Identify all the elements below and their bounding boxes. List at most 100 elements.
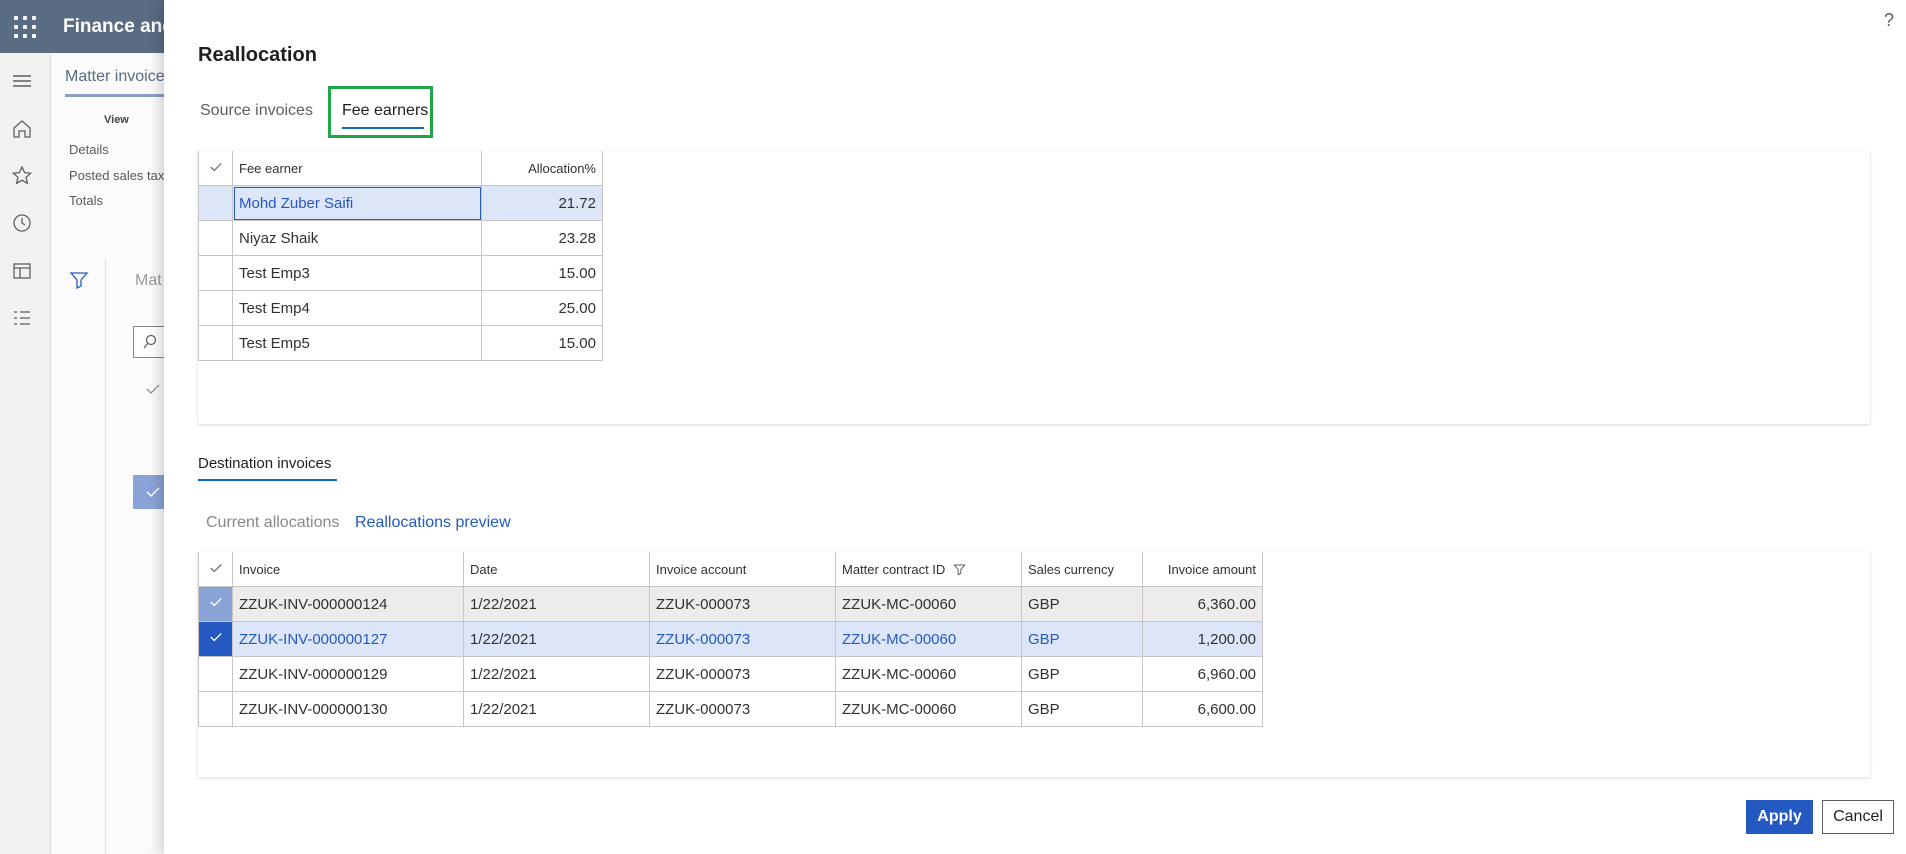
- allocation-cell[interactable]: 23.28: [481, 220, 603, 256]
- destination-invoices-grid: Invoice Date Invoice account Matter cont…: [198, 552, 1263, 727]
- background-tab-underline: [65, 94, 175, 97]
- grid-header-row: Fee earner Allocation%: [198, 151, 603, 186]
- date-cell[interactable]: 1/22/2021: [463, 621, 650, 657]
- workspace-icon[interactable]: [10, 259, 34, 283]
- invoice-row[interactable]: ZZUK-INV-000000130 1/22/2021 ZZUK-000073…: [198, 691, 1263, 727]
- column-filter-icon[interactable]: [953, 563, 966, 576]
- menu-posted-sales-tax[interactable]: Posted sales tax: [69, 168, 164, 183]
- column-header-allocation[interactable]: Allocation%: [481, 151, 603, 186]
- fee-earner-name-cell[interactable]: Test Emp3: [232, 255, 482, 291]
- invoice-amount-cell[interactable]: 1,200.00: [1142, 621, 1263, 657]
- star-icon[interactable]: [10, 164, 34, 188]
- fee-earner-name-cell[interactable]: Test Emp4: [232, 290, 482, 326]
- fee-earner-name-cell[interactable]: Test Emp5: [232, 325, 482, 361]
- invoice-account-cell[interactable]: ZZUK-000073: [649, 691, 836, 727]
- help-icon[interactable]: ?: [1884, 10, 1894, 31]
- row-checkbox[interactable]: [198, 621, 233, 657]
- select-all-checkbox[interactable]: [198, 151, 233, 186]
- fee-earner-name-cell[interactable]: Mohd Zuber Saifi: [232, 185, 482, 221]
- menu-details[interactable]: Details: [69, 142, 109, 157]
- invoice-row[interactable]: ZZUK-INV-000000129 1/22/2021 ZZUK-000073…: [198, 656, 1263, 692]
- sales-currency-cell[interactable]: GBP: [1021, 586, 1143, 622]
- invoice-amount-cell[interactable]: 6,960.00: [1142, 656, 1263, 692]
- check-icon: [209, 598, 222, 607]
- invoice-cell[interactable]: ZZUK-INV-000000130: [232, 691, 464, 727]
- home-icon[interactable]: [10, 117, 34, 141]
- invoice-cell[interactable]: ZZUK-INV-000000127: [232, 621, 464, 657]
- background-divider: [105, 258, 106, 854]
- invoice-account-cell[interactable]: ZZUK-000073: [649, 656, 836, 692]
- search-icon: [143, 334, 157, 349]
- column-header-invoice-amount[interactable]: Invoice amount: [1142, 552, 1263, 587]
- background-list-title: Mat: [135, 272, 162, 289]
- invoice-account-cell[interactable]: ZZUK-000073: [649, 586, 836, 622]
- matter-contract-cell[interactable]: ZZUK-MC-00060: [835, 691, 1022, 727]
- row-checkbox[interactable]: [198, 290, 233, 326]
- row-checkbox[interactable]: [198, 255, 233, 291]
- allocation-cell[interactable]: 21.72: [481, 185, 603, 221]
- destination-invoices-card: Invoice Date Invoice account Matter cont…: [198, 552, 1870, 777]
- fee-earners-grid: Fee earner Allocation% Mohd Zuber Saifi …: [198, 151, 603, 361]
- select-all-check-icon[interactable]: [145, 381, 161, 397]
- column-header-matter-contract-id[interactable]: Matter contract ID: [835, 552, 1022, 587]
- matter-contract-header-label: Matter contract ID: [842, 561, 946, 577]
- modules-list-icon[interactable]: [10, 306, 34, 330]
- date-cell[interactable]: 1/22/2021: [463, 691, 650, 727]
- hamburger-icon[interactable]: [10, 69, 34, 93]
- invoice-row[interactable]: ZZUK-INV-000000124 1/22/2021 ZZUK-000073…: [198, 586, 1263, 622]
- row-checkbox[interactable]: [198, 325, 233, 361]
- matter-contract-cell[interactable]: ZZUK-MC-00060: [835, 586, 1022, 622]
- fee-earner-row[interactable]: Test Emp4 25.00: [198, 290, 603, 326]
- fee-earner-row[interactable]: Test Emp5 15.00: [198, 325, 603, 361]
- allocation-cell[interactable]: 15.00: [481, 255, 603, 291]
- check-icon: [209, 563, 222, 572]
- destination-invoices-title[interactable]: Destination invoices: [198, 455, 331, 472]
- filter-icon[interactable]: [69, 270, 89, 290]
- column-header-date[interactable]: Date: [463, 552, 650, 587]
- menu-totals[interactable]: Totals: [69, 193, 103, 208]
- date-cell[interactable]: 1/22/2021: [463, 586, 650, 622]
- invoice-cell[interactable]: ZZUK-INV-000000129: [232, 656, 464, 692]
- row-checkbox[interactable]: [198, 656, 233, 692]
- tab-reallocations-preview[interactable]: Reallocations preview: [355, 514, 511, 532]
- app-launcher-icon[interactable]: [14, 16, 36, 38]
- column-header-fee-earner[interactable]: Fee earner: [232, 151, 482, 186]
- background-page-tab[interactable]: Matter invoice: [65, 68, 165, 86]
- fee-earner-row[interactable]: Niyaz Shaik 23.28: [198, 220, 603, 256]
- clock-icon[interactable]: [10, 211, 34, 235]
- date-cell[interactable]: 1/22/2021: [463, 656, 650, 692]
- column-header-invoice[interactable]: Invoice: [232, 552, 464, 587]
- tab-current-allocations[interactable]: Current allocations: [206, 514, 339, 532]
- dialog-title: Reallocation: [198, 44, 317, 66]
- invoice-cell[interactable]: ZZUK-INV-000000124: [232, 586, 464, 622]
- select-all-checkbox[interactable]: [198, 552, 233, 587]
- matter-contract-cell[interactable]: ZZUK-MC-00060: [835, 621, 1022, 657]
- matter-contract-cell[interactable]: ZZUK-MC-00060: [835, 656, 1022, 692]
- apply-button[interactable]: Apply: [1746, 800, 1813, 834]
- left-navigation: [0, 53, 51, 854]
- row-checkbox[interactable]: [198, 586, 233, 622]
- row-checkbox[interactable]: [198, 691, 233, 727]
- sales-currency-cell[interactable]: GBP: [1021, 656, 1143, 692]
- fee-earner-name-cell[interactable]: Niyaz Shaik: [232, 220, 482, 256]
- invoice-account-cell[interactable]: ZZUK-000073: [649, 621, 836, 657]
- fee-earner-row[interactable]: Mohd Zuber Saifi 21.72: [198, 185, 603, 221]
- invoice-amount-cell[interactable]: 6,600.00: [1142, 691, 1263, 727]
- column-header-invoice-account[interactable]: Invoice account: [649, 552, 836, 587]
- cancel-button[interactable]: Cancel: [1822, 800, 1894, 834]
- allocation-cell[interactable]: 15.00: [481, 325, 603, 361]
- allocation-cell[interactable]: 25.00: [481, 290, 603, 326]
- row-checkbox[interactable]: [198, 185, 233, 221]
- row-checkbox[interactable]: [198, 220, 233, 256]
- fee-earner-row[interactable]: Test Emp3 15.00: [198, 255, 603, 291]
- tab-source-invoices[interactable]: Source invoices: [200, 102, 313, 120]
- column-header-sales-currency[interactable]: Sales currency: [1021, 552, 1143, 587]
- reallocation-dialog: ? Reallocation Source invoices Fee earne…: [164, 0, 1906, 854]
- invoice-amount-cell[interactable]: 6,360.00: [1142, 586, 1263, 622]
- sales-currency-cell[interactable]: GBP: [1021, 621, 1143, 657]
- invoice-row[interactable]: ZZUK-INV-000000127 1/22/2021 ZZUK-000073…: [198, 621, 1263, 657]
- sales-currency-cell[interactable]: GBP: [1021, 691, 1143, 727]
- grid-header-row: Invoice Date Invoice account Matter cont…: [198, 552, 1263, 587]
- highlight-box: [328, 86, 433, 138]
- app-title: Finance and: [63, 16, 174, 37]
